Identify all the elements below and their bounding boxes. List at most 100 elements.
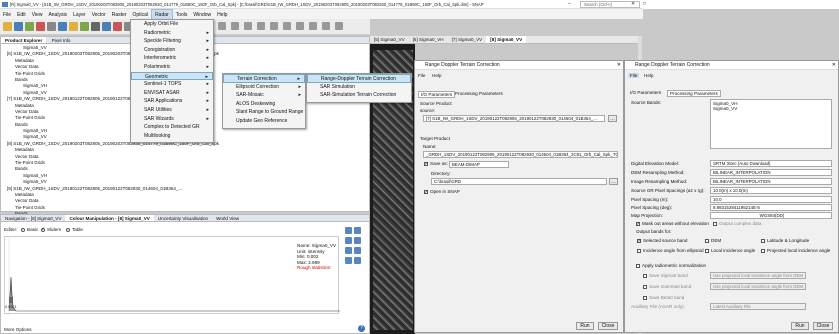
bottom-tab[interactable]: World View <box>212 215 243 221</box>
close-icon[interactable]: ✕ <box>832 61 836 70</box>
menu-item-radiometric[interactable]: Radiometric ▸ <box>131 29 213 38</box>
image-tab[interactable]: [7] Sigma0_VV <box>448 36 487 43</box>
menu-item-apply-orbit-file[interactable]: Apply Orbit File <box>131 20 213 29</box>
open-in-snap-checkbox[interactable] <box>424 189 428 195</box>
px-deg-field[interactable]: 8.983152841195214E-5 <box>710 204 832 211</box>
menu-item-complex-to-detected-gr[interactable]: Complex to Detected GR <box>131 123 213 132</box>
run-button[interactable]: Run <box>576 322 594 330</box>
toolbar-icon[interactable] <box>69 22 78 31</box>
out-latlon-checkbox[interactable] <box>761 239 765 243</box>
menu-item-sentinel-1-tops[interactable]: Sentinel-1 TOPS ▸ <box>131 80 213 89</box>
out-incidence-checkbox[interactable] <box>637 249 641 253</box>
dlg2-menu-file[interactable]: File <box>628 73 640 78</box>
colour-tool-button[interactable] <box>345 247 352 254</box>
source-product-select[interactable]: [7] S1B_IW_GRDH_1SDV_20190122T082905_201… <box>423 115 605 122</box>
colour-tool-button[interactable] <box>345 237 352 244</box>
aux-select[interactable]: Latest Auxiliary File <box>710 303 806 310</box>
beta-checkbox[interactable] <box>643 296 647 300</box>
dlg1-menu-file[interactable]: File <box>418 73 425 78</box>
complex-checkbox[interactable] <box>713 222 717 226</box>
directory-input[interactable]: C:\brasil\GRD <box>431 178 607 185</box>
basic-radio[interactable] <box>21 227 25 232</box>
source-bands-list[interactable]: Sigma0_VH Sigma0_VV <box>710 99 832 149</box>
out-dem-checkbox[interactable] <box>705 239 709 243</box>
menu-item-sar-simulation-terrain-correction[interactable]: SAR-Simulation Terrain Correction <box>307 91 411 100</box>
menu-item-range-doppler-terrain-correction[interactable]: Range-Doppler Terrain Correction <box>307 74 411 83</box>
dem-field[interactable]: SRTM 3Sec (Auto Download) <box>710 160 832 167</box>
bottom-tab[interactable]: Navigation - [8] Sigma0_VV <box>1 215 65 221</box>
tab-pixel-info[interactable]: Pixel Info <box>48 37 75 43</box>
bottom-tab[interactable]: Uncertainty Visualisation <box>154 215 212 221</box>
image-tab[interactable]: [6] Sigma0_VH <box>409 36 448 43</box>
histogram-area[interactable] <box>4 236 340 315</box>
gamma-select[interactable]: Use projected local incidence angle from… <box>710 283 806 290</box>
toolbar-icon[interactable] <box>335 22 343 30</box>
toolbar-icon[interactable] <box>309 22 317 30</box>
close-icon[interactable]: ✕ <box>617 61 621 70</box>
dem-res-field[interactable]: BILINEAR_INTERPOLATION <box>710 169 832 176</box>
toolbar-icon[interactable] <box>270 22 278 30</box>
sliders-radio[interactable] <box>41 226 45 232</box>
menu-item-sar-utilities[interactable]: SAR Utilities ▸ <box>131 106 213 115</box>
run-button[interactable]: Run <box>791 322 809 330</box>
toolbar-icon[interactable] <box>91 22 100 31</box>
restore-icon[interactable]: □ <box>643 1 646 7</box>
menu-item-sar-simulation[interactable]: SAR Simulation <box>307 83 411 92</box>
px-m-field[interactable]: 10.0 <box>710 196 832 203</box>
src-spacing-field[interactable]: 10.0(m) x 10.0(m) <box>710 187 832 194</box>
mask-checkbox[interactable] <box>636 221 640 227</box>
slider-handle[interactable] <box>9 297 13 303</box>
toolbar-icon[interactable] <box>296 22 304 30</box>
radnorm-checkbox[interactable] <box>636 264 640 268</box>
toolbar-icon[interactable] <box>322 22 330 30</box>
colour-tool-button[interactable] <box>354 247 361 254</box>
dlg2-menu-help[interactable]: Help <box>644 73 653 78</box>
toolbar-icon[interactable] <box>36 22 45 31</box>
target-name-input[interactable]: _GRDH_1SDV_20190122T082905_20190122T0829… <box>423 151 618 158</box>
more-options[interactable]: More Options <box>4 327 32 332</box>
out-local-incidence-checkbox[interactable] <box>705 249 709 253</box>
menu-item-sar-wizards[interactable]: SAR Wizards ▸ <box>131 115 213 124</box>
tab-product-explorer[interactable]: Product Explorer <box>1 37 47 43</box>
format-select[interactable]: BEAM-DIMAP <box>449 161 509 168</box>
colour-tool-button[interactable] <box>354 227 361 234</box>
toolbar-icon[interactable] <box>58 22 67 31</box>
menu-item-polarimetric[interactable]: Polarimetric ▸ <box>131 63 213 72</box>
menu-item-sar-applications[interactable]: SAR Applications ▸ <box>131 97 213 106</box>
menu-item-speckle-filtering[interactable]: Speckle Filtering ▸ <box>131 37 213 46</box>
help-icon[interactable]: ? <box>358 325 365 332</box>
toolbar-icon[interactable] <box>102 22 111 31</box>
colour-tool-button[interactable] <box>354 237 361 244</box>
image-tab[interactable]: [5] Sigma0_VV <box>370 36 409 43</box>
toolbar-icon[interactable] <box>47 22 56 31</box>
menu-item-multilooking[interactable]: Multilooking <box>131 132 213 141</box>
colour-tool-button[interactable] <box>345 257 352 264</box>
menu-item-alos-deskewing[interactable]: ALOS Deskewing <box>223 100 305 109</box>
menu-item-envisat-asar[interactable]: ENVISAT ASAR ▸ <box>131 89 213 98</box>
proj-field[interactable]: WGS84(DD) <box>710 212 832 219</box>
toolbar-icon[interactable] <box>3 22 12 31</box>
minimize-icon[interactable]: – <box>568 1 571 7</box>
close-button[interactable]: Close <box>813 322 833 330</box>
close-icon[interactable]: ✕ <box>631 1 635 7</box>
gamma-checkbox[interactable] <box>643 285 647 289</box>
toolbar-icon[interactable] <box>257 22 265 30</box>
menu-item-coregistration[interactable]: Coregistration ▸ <box>131 46 213 55</box>
menu-item-sar-mosaic[interactable]: SAR-Mosaic ▸ <box>223 91 305 100</box>
toolbar-icon[interactable] <box>218 22 226 30</box>
bottom-tab[interactable]: Colour Manipulation - [8] Sigma0_VV <box>65 215 154 221</box>
toolbar-icon[interactable] <box>231 22 239 30</box>
menu-item-interferometric[interactable]: Interferometric ▸ <box>131 54 213 63</box>
colour-tool-button[interactable] <box>345 227 352 234</box>
table-radio[interactable] <box>66 227 70 232</box>
toolbar-icon[interactable] <box>244 22 252 30</box>
tab-io-parameters[interactable]: I/O Parameters <box>418 91 456 98</box>
tab-processing-parameters[interactable]: Processing Parameters <box>667 90 721 97</box>
tab-processing-parameters[interactable]: Processing Parameters <box>455 91 503 96</box>
toolbar-icon[interactable] <box>80 22 89 31</box>
sigma-select[interactable]: Use projected local incidence angle from… <box>710 272 806 279</box>
img-res-field[interactable]: BILINEAR_INTERPOLATION <box>710 178 832 185</box>
out-projected-checkbox[interactable] <box>761 249 765 253</box>
toolbar-icon[interactable] <box>283 22 291 30</box>
menu-item-slant-range-to-ground-range[interactable]: Slant Range to Ground Range <box>223 108 305 117</box>
